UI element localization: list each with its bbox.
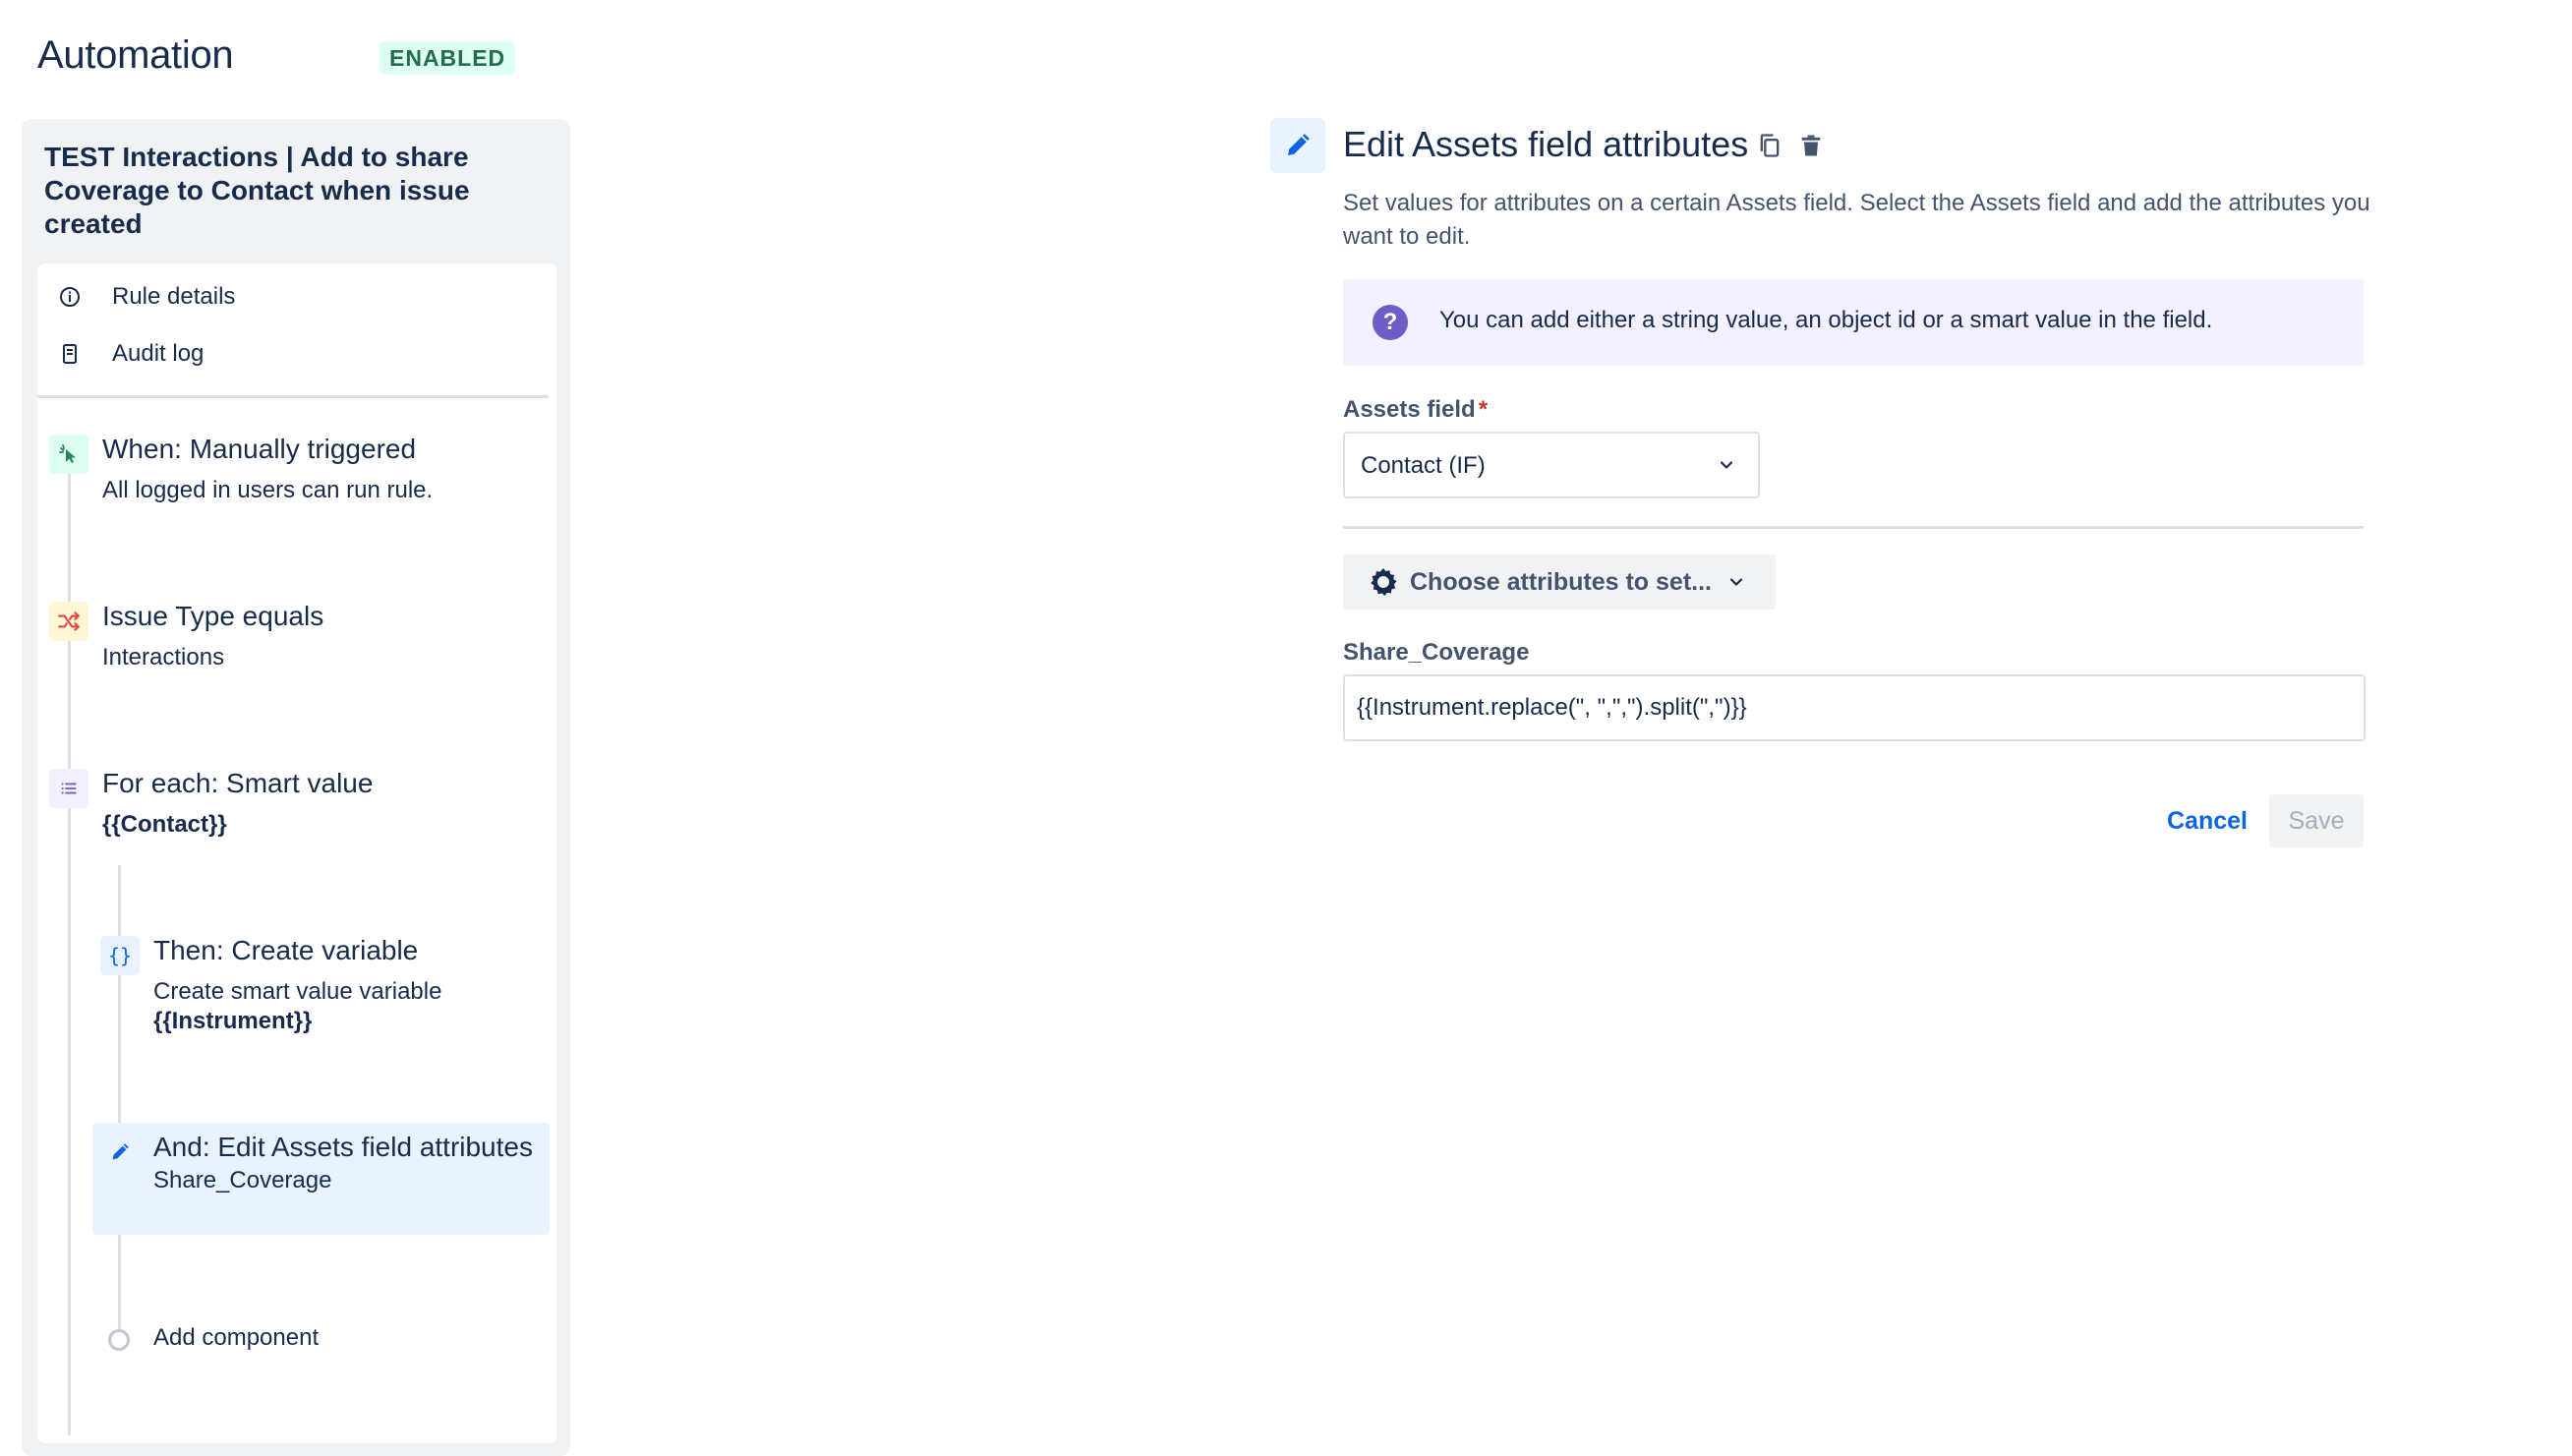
component-title: Edit Assets field attributes	[1343, 124, 1749, 164]
shuffle-icon	[49, 602, 88, 641]
app-title: Automation	[37, 33, 234, 77]
step-subtitle: {{Contact}}	[102, 811, 227, 838]
step-title: Then: Create variable	[153, 935, 419, 965]
assets-field-label-text: Assets field	[1343, 396, 1476, 423]
braces-icon: {}	[100, 936, 140, 975]
step-branch[interactable]: For each: Smart value {{Contact}}	[102, 767, 373, 840]
menu-item-rule-details[interactable]: Rule details	[55, 277, 235, 317]
assets-field-value: Contact (IF)	[1361, 452, 1486, 479]
document-icon	[55, 339, 85, 369]
copy-icon[interactable]	[1754, 128, 1785, 163]
question-icon: ?	[1373, 305, 1408, 340]
step-title: And: Edit Assets field attributes	[153, 1132, 533, 1162]
step-title: Issue Type equals	[102, 601, 324, 631]
info-message: You can add either a string value, an ob…	[1439, 307, 2213, 333]
chevron-down-icon	[1726, 572, 1746, 597]
status-badge: ENABLED	[380, 41, 516, 75]
save-button[interactable]: Save	[2269, 794, 2364, 847]
step-action-create-variable[interactable]: Then: Create variable Create smart value…	[153, 934, 441, 1036]
cursor-click-icon	[49, 435, 88, 474]
choose-attributes-label: Choose attributes to set...	[1410, 568, 1712, 596]
cancel-button[interactable]: Cancel	[2153, 794, 2261, 847]
assets-field-label: Assets field *	[1343, 396, 1488, 424]
list-icon	[49, 769, 88, 808]
step-title: For each: Smart value	[102, 768, 374, 798]
info-icon	[55, 282, 85, 312]
panel-divider	[37, 395, 549, 398]
add-component-dot	[108, 1329, 130, 1351]
step-subtitle-value: {{Instrument}}	[153, 1008, 313, 1034]
step-condition[interactable]: Issue Type equals Interactions	[102, 600, 323, 672]
rule-title: TEST Interactions | Add to share Coverag…	[44, 142, 470, 239]
section-divider	[1343, 526, 2364, 529]
menu-item-label: Audit log	[112, 340, 205, 367]
attribute-value: {{Instrument.replace(", ",",").split(","…	[1357, 694, 1747, 721]
step-subtitle: Create smart value variable	[153, 978, 442, 1005]
step-subtitle: Interactions	[102, 644, 225, 670]
pencil-icon	[100, 1133, 140, 1172]
add-component-button[interactable]: Add component	[153, 1323, 319, 1353]
step-action-edit-assets-content: And: Edit Assets field attributes Share_…	[153, 1131, 537, 1195]
component-description: Set values for attributes on a certain A…	[1343, 190, 2370, 250]
chevron-down-icon	[1717, 455, 1736, 480]
required-marker: *	[1478, 396, 1489, 423]
menu-item-audit-log[interactable]: Audit log	[55, 334, 204, 374]
step-subtitle: All logged in users can run rule.	[102, 477, 434, 503]
component-pencil-icon	[1270, 118, 1325, 173]
trash-icon[interactable]	[1795, 128, 1827, 163]
attribute-label: Share_Coverage	[1343, 639, 1530, 666]
menu-item-label: Rule details	[112, 283, 236, 310]
step-title: When: Manually triggered	[102, 434, 417, 464]
step-subtitle: Share_Coverage	[153, 1167, 332, 1194]
step-trigger[interactable]: When: Manually triggered All logged in u…	[102, 433, 433, 505]
gear-icon	[1367, 565, 1400, 604]
